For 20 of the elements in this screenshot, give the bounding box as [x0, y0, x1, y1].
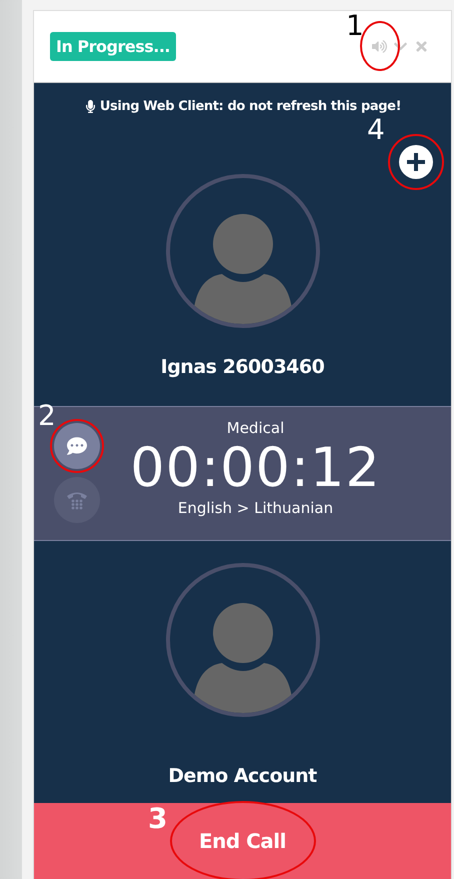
annotation-number: 4: [367, 114, 385, 145]
notice-text: Using Web Client: do not refresh this page!: [100, 98, 402, 114]
end-call-button[interactable]: 3 End Call: [34, 803, 451, 879]
add-button[interactable]: [399, 144, 433, 179]
chat-button[interactable]: [54, 422, 100, 468]
end-call-label: End Call: [198, 829, 286, 853]
call-timer: 00:00:12: [130, 436, 381, 498]
annotation-number: 1: [346, 10, 364, 41]
status-badge: In Progress...: [50, 32, 176, 61]
microphone-icon: [84, 100, 97, 113]
chat-icon: [67, 436, 87, 456]
caller-name: Ignas 26003460: [160, 356, 324, 378]
plus-icon: [406, 152, 426, 172]
language-pair: English > Lithuanian: [178, 498, 334, 516]
account-name: Demo Account: [168, 765, 317, 788]
call-category: Medical: [226, 418, 284, 436]
annotation-ring: [360, 21, 400, 72]
annotation-ring: [388, 134, 444, 190]
annotation-number: 3: [148, 804, 167, 834]
annotation-number: 2: [38, 400, 56, 430]
